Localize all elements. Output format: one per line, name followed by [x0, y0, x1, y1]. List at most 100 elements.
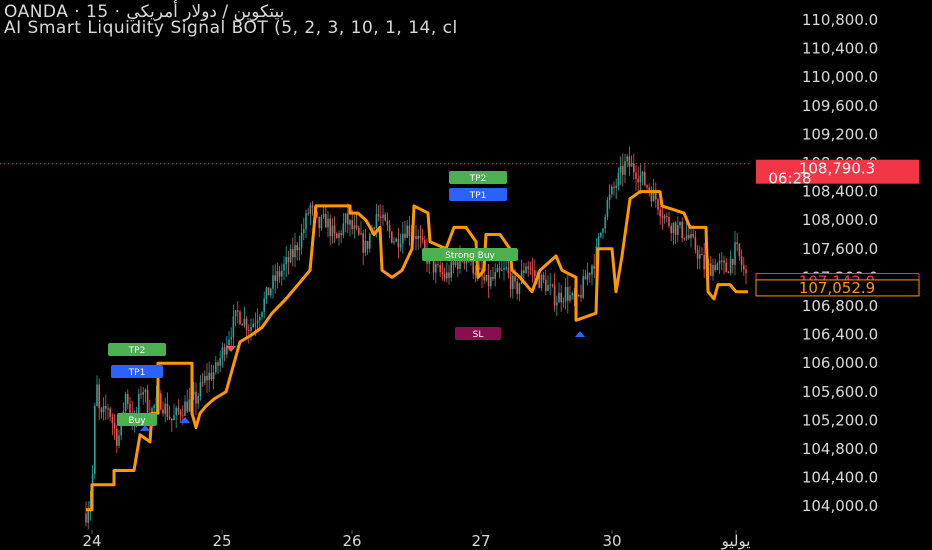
candle-body: [443, 274, 446, 279]
candle-body: [380, 216, 382, 218]
candle-body: [677, 225, 679, 235]
x-tick-label: 25: [212, 532, 231, 550]
candle-body: [254, 322, 257, 324]
trail-line-layer: [86, 190, 748, 512]
candle-body: [296, 245, 298, 251]
candle-body: [569, 295, 571, 301]
candle-body: [127, 394, 129, 404]
candle-body: [608, 194, 611, 201]
y-tick-label: 104,400.0: [802, 469, 878, 487]
candle-body: [659, 209, 661, 217]
candle-body: [628, 156, 631, 167]
candle-body: [463, 261, 466, 264]
signal-tp1-label: TP1: [111, 365, 163, 378]
candle-body: [529, 268, 532, 270]
candle-body: [696, 250, 699, 259]
candle-body: [450, 261, 452, 278]
candle-body: [230, 337, 232, 340]
candle-body: [646, 185, 648, 188]
candle-body: [540, 274, 543, 289]
y-tick-label: 108,000.0: [802, 211, 878, 229]
candle-body: [138, 393, 140, 414]
candle-body: [419, 235, 422, 238]
trailing-stop-line: [86, 190, 748, 512]
candle-body: [382, 214, 384, 218]
candle-body: [681, 222, 683, 239]
candle-body: [507, 267, 510, 273]
candle-body: [340, 233, 342, 236]
candle-body: [186, 401, 188, 412]
candle-body: [701, 254, 703, 256]
candle-body: [714, 264, 716, 271]
candle-body: [617, 172, 620, 186]
candle-body: [195, 391, 197, 404]
candle-body: [600, 232, 602, 237]
price-chart[interactable]: TP2TP1BuyTP2TP1Strong BuySL 110,800.0110…: [0, 0, 932, 550]
candle-body: [322, 214, 325, 217]
candle-body: [551, 284, 554, 286]
candle-body: [344, 213, 347, 224]
signals-layer: TP2 TP1 Buy TP2 TP1 Strong Buy SL: [108, 171, 585, 431]
candle-body: [492, 276, 494, 279]
candle-body: [311, 205, 314, 207]
candle-body: [494, 272, 496, 279]
signal-text: TP1: [128, 368, 146, 378]
buy-marker: [575, 331, 585, 337]
candle-body: [327, 218, 329, 228]
candle-body: [483, 276, 485, 281]
candle-body: [239, 311, 241, 325]
candle-body: [404, 233, 406, 238]
candle-body: [501, 269, 503, 271]
candle-body: [639, 175, 642, 183]
y-tick-label: 109,200.0: [802, 125, 878, 143]
candle-body: [690, 233, 692, 239]
candle-body: [516, 281, 518, 294]
countdown-text: 06:28: [768, 170, 811, 188]
candle-body: [393, 241, 395, 243]
y-tick-label: 108,400.0: [802, 183, 878, 201]
candle-body: [105, 406, 107, 409]
candle-body: [102, 406, 105, 413]
candle-body: [721, 260, 723, 262]
candle-body: [679, 222, 681, 226]
candle-body: [641, 171, 644, 176]
candle-body: [175, 407, 177, 416]
candle-body: [503, 267, 505, 270]
candle-body: [723, 260, 725, 263]
candle-body: [694, 236, 697, 251]
candle-body: [221, 347, 224, 358]
candle-body: [153, 405, 155, 408]
candle-body: [219, 357, 221, 366]
candle-body: [116, 428, 118, 446]
candle-body: [454, 262, 457, 265]
candle-body: [107, 408, 109, 410]
candle-body: [237, 310, 239, 312]
candle-body: [303, 229, 305, 233]
candle-body: [593, 265, 595, 269]
candle-body: [325, 214, 327, 228]
candle-body: [118, 435, 120, 446]
candle-body: [388, 225, 391, 232]
candle-body: [215, 362, 217, 373]
candle-body: [498, 268, 501, 271]
candle-body: [111, 417, 114, 424]
candle-body: [395, 238, 397, 242]
y-tick-label: 106,800.0: [802, 297, 878, 315]
candle-body: [622, 165, 624, 175]
candle-body: [274, 275, 276, 282]
candle-body: [210, 372, 213, 380]
candle-body: [146, 389, 149, 413]
candle-body: [402, 233, 404, 244]
x-tick-label: 26: [342, 532, 361, 550]
candle-body: [373, 227, 375, 229]
candle-body: [441, 272, 444, 275]
candle-body: [243, 318, 246, 326]
y-tick-label: 110,400.0: [802, 40, 878, 58]
candle-body: [160, 393, 162, 410]
y-tick-label: 106,000.0: [802, 354, 878, 372]
candle-body: [362, 233, 364, 253]
candle-body: [197, 396, 199, 404]
candle-body: [263, 298, 265, 313]
candle-body: [591, 265, 593, 275]
candle-body: [397, 238, 400, 248]
